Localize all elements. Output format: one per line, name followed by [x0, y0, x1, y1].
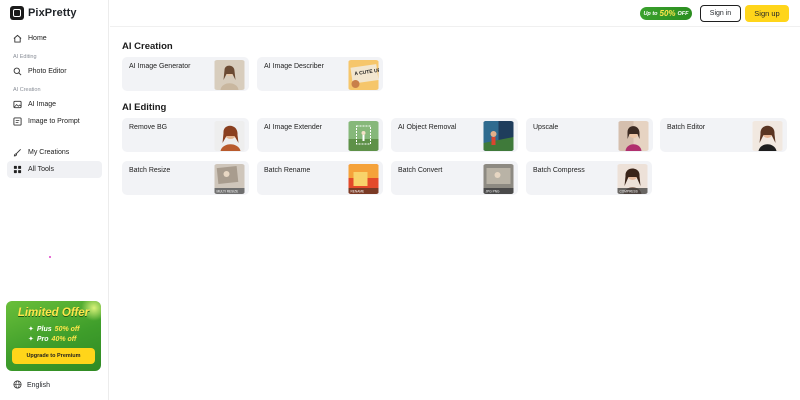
tool-card-label: Batch Editor [667, 124, 706, 131]
tool-card-label: Upscale [533, 124, 559, 131]
sidebar-item-label: Photo Editor [28, 68, 67, 75]
section-label-ai-creation: AI Creation [13, 87, 41, 93]
image-icon [13, 100, 22, 109]
globe-icon [13, 380, 22, 391]
promo-badge[interactable]: Up to 50% OFF [640, 7, 692, 20]
section-label-ai-editing: AI Editing [13, 54, 37, 60]
offer-plus-line: ✦ Plus 50% off [28, 325, 80, 334]
sidebar-item-home[interactable]: Home [7, 30, 102, 47]
offer-pro-value: 40% off [51, 335, 77, 343]
loading-dot [49, 256, 51, 258]
tool-card-remove-bg[interactable]: Remove BG [122, 118, 249, 152]
tool-card-label: Batch Compress [533, 167, 585, 174]
section-title-ai-creation: AI Creation [122, 41, 173, 52]
language-selector[interactable]: English [13, 380, 50, 391]
grid-icon [13, 165, 22, 174]
tool-thumbnail: MULTI RESIZE [214, 164, 245, 194]
tool-thumbnail [214, 60, 245, 90]
thumb-text: JPG PNG [486, 190, 501, 194]
offer-title: Limited Offer [17, 307, 90, 319]
promo-suffix: OFF [677, 10, 689, 17]
brand-logo[interactable]: PixPretty [10, 6, 77, 20]
sidebar-item-all-tools[interactable]: All Tools [7, 161, 102, 178]
tool-thumbnail [618, 121, 649, 151]
sparkle-icon: ✦ [28, 336, 34, 343]
logo-icon [10, 6, 24, 20]
tool-thumbnail: JPG PNG [483, 164, 514, 194]
image-prompt-icon [13, 117, 22, 126]
brush-icon [13, 148, 22, 157]
language-label: English [27, 382, 50, 389]
offer-plus-label: Plus [36, 325, 52, 333]
thumb-text: COMPRESS [620, 190, 638, 194]
upgrade-button[interactable]: Upgrade to Premium [12, 348, 95, 364]
tool-thumbnail: RENAME [348, 164, 379, 194]
tool-card-ai-image-describer[interactable]: AI Image Describer A CUTE UP IMAGE [257, 57, 383, 91]
sidebar-item-label: Image to Prompt [28, 118, 80, 125]
tool-card-batch-editor[interactable]: Batch Editor [660, 118, 787, 152]
promo-value: 50% [659, 9, 676, 18]
tool-card-label: Batch Rename [264, 167, 311, 174]
sidebar-item-label: My Creations [28, 149, 70, 156]
sidebar-item-label: All Tools [28, 166, 54, 173]
tool-card-upscale[interactable]: Upscale [526, 118, 653, 152]
tool-thumbnail [348, 121, 379, 151]
tool-thumbnail [752, 121, 783, 151]
tool-thumbnail [483, 121, 514, 151]
sidebar-item-ai-image[interactable]: AI Image [7, 96, 102, 113]
tool-card-label: AI Image Generator [129, 63, 191, 70]
tool-card-batch-rename[interactable]: Batch Rename RENAME [257, 161, 383, 195]
home-icon [13, 34, 22, 43]
sidebar: PixPretty Home AI Editing Photo Editor A… [0, 0, 109, 400]
section-title-ai-editing: AI Editing [122, 102, 167, 113]
thumb-text: MULTI RESIZE [217, 190, 239, 194]
tool-thumbnail: COMPRESS [617, 164, 648, 194]
top-header: Up to 50% OFF Sign in Sign up [110, 0, 800, 27]
offer-pro-label: Pro [36, 335, 49, 343]
sidebar-item-photo-editor[interactable]: Photo Editor [7, 63, 102, 80]
tool-card-label: AI Image Describer [264, 63, 324, 70]
tool-card-batch-convert[interactable]: Batch Convert JPG PNG [391, 161, 518, 195]
promo-prefix: Up to [643, 10, 658, 17]
sparkle-icon: ✦ [28, 326, 34, 333]
brand-name: PixPretty [28, 7, 77, 19]
sign-in-button[interactable]: Sign in [700, 5, 741, 22]
app-root: PixPretty Home AI Editing Photo Editor A… [0, 0, 800, 400]
offer-pro-line: ✦ Pro 40% off [28, 335, 77, 344]
tool-card-ai-image-extender[interactable]: AI Image Extender [257, 118, 383, 152]
tool-thumbnail: A CUTE UP IMAGE [348, 60, 379, 90]
sidebar-item-image-to-prompt[interactable]: Image to Prompt [7, 113, 102, 130]
tool-card-label: Batch Convert [398, 167, 443, 174]
tool-card-label: AI Object Removal [398, 124, 457, 131]
limited-offer-banner[interactable]: Limited Offer ✦ Plus 50% off ✦ Pro 40% o… [6, 301, 101, 371]
magic-search-icon [13, 67, 22, 76]
tool-thumbnail [214, 121, 245, 151]
tool-card-ai-image-generator[interactable]: AI Image Generator [122, 57, 249, 91]
tool-card-label: AI Image Extender [264, 124, 322, 131]
tool-card-batch-compress[interactable]: Batch Compress COMPRESS [526, 161, 652, 195]
sidebar-item-label: AI Image [28, 101, 57, 108]
tool-card-label: Batch Resize [129, 167, 171, 174]
sidebar-item-label: Home [28, 35, 47, 42]
thumb-text: RENAME [351, 190, 365, 194]
offer-plus-value: 50% off [54, 325, 80, 333]
sign-up-button[interactable]: Sign up [745, 5, 789, 22]
tool-card-label: Remove BG [129, 124, 168, 131]
sidebar-item-my-creations[interactable]: My Creations [7, 144, 102, 161]
tool-card-batch-resize[interactable]: Batch Resize MULTI RESIZE [122, 161, 249, 195]
tool-card-ai-object-removal[interactable]: AI Object Removal [391, 118, 518, 152]
